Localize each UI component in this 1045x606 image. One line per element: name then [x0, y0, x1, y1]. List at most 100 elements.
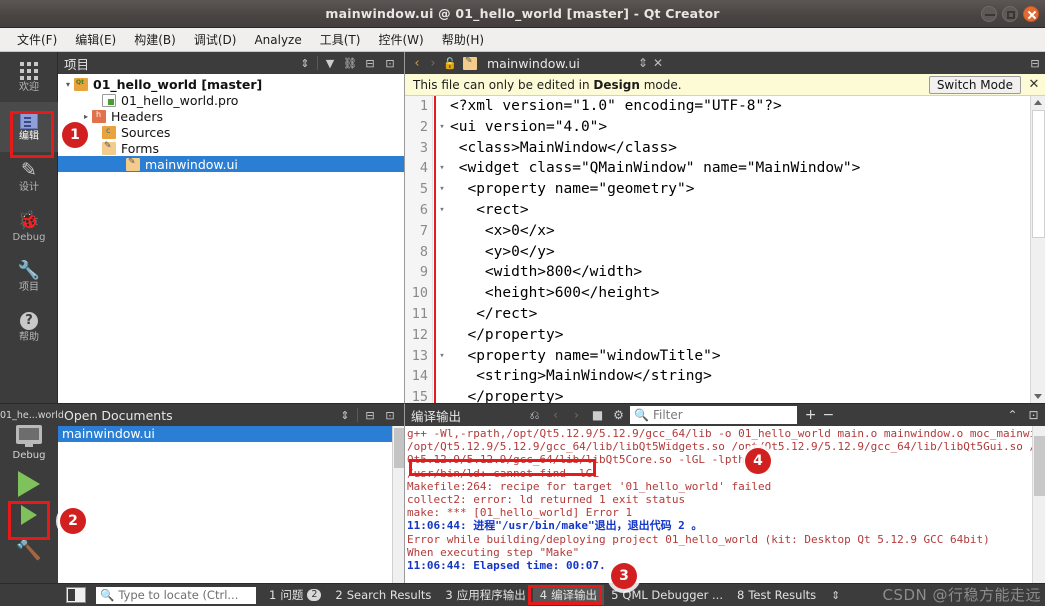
scrollbar-thumb[interactable] [1034, 436, 1045, 496]
document-dropdown-icon[interactable]: ⇕ [638, 56, 648, 70]
menu-help[interactable]: 帮助(H) [433, 29, 493, 50]
close-panel-icon[interactable]: ⊡ [380, 406, 400, 424]
code-lines[interactable]: <?xml version="1.0" encoding="UTF-8"?> <… [450, 96, 1029, 403]
start-debugging-button[interactable] [12, 505, 46, 535]
output-tab-test-results[interactable]: 8 Test Results [730, 586, 823, 604]
fold-marker[interactable] [436, 262, 448, 283]
gear-icon[interactable]: ⚙ [609, 406, 628, 424]
chevron-down-icon[interactable]: ▾ [62, 80, 74, 89]
tree-item-pro-file[interactable]: 01_hello_world.pro [58, 92, 404, 108]
list-item[interactable]: mainwindow.ui [58, 426, 404, 442]
sidebar-item-projects[interactable]: 🔧 项目 [0, 252, 58, 302]
output-tab-application-output[interactable]: 3 应用程序输出 [438, 585, 532, 605]
switch-mode-button[interactable]: Switch Mode [928, 75, 1021, 94]
notice-bold: Design [593, 77, 640, 92]
close-notice-icon[interactable]: ✕ [1025, 77, 1043, 92]
sidebar-item-edit[interactable]: 编辑 [0, 102, 58, 152]
go-forward-icon[interactable]: › [425, 56, 441, 71]
fold-marker[interactable] [436, 366, 448, 387]
minimize-panel-icon[interactable]: ⌃ [1003, 406, 1022, 424]
filter-icon[interactable]: ▼ [320, 54, 340, 72]
editor-scrollbar[interactable] [1030, 96, 1045, 403]
target-selector-icon[interactable] [16, 425, 42, 447]
tree-item-headers[interactable]: ▸ Headers [58, 108, 404, 124]
open-documents-scrollbar[interactable] [392, 426, 404, 583]
menu-debug[interactable]: 调试(D) [185, 29, 246, 50]
code-line: </property> [450, 389, 564, 403]
menu-analyze[interactable]: Analyze [245, 31, 310, 49]
cancel-build-icon[interactable]: ⎌ [525, 406, 544, 424]
split-icon[interactable]: ⊟ [360, 406, 380, 424]
fold-marker[interactable] [436, 221, 448, 242]
tree-item-sources[interactable]: Sources [58, 124, 404, 140]
tree-item-project[interactable]: ▾ 01_hello_world [master] [58, 76, 404, 92]
fold-marker[interactable]: ▾ [436, 179, 448, 200]
scroll-up-icon[interactable] [1034, 100, 1042, 105]
scroll-down-icon[interactable] [1034, 394, 1042, 399]
zoom-out-icon[interactable]: − [823, 407, 835, 423]
chevron-right-icon[interactable]: ▸ [80, 112, 92, 121]
minimize-icon[interactable] [981, 6, 997, 22]
run-control-bar: 01_he...world Debug 🔨 [0, 403, 64, 606]
next-issue-icon[interactable]: › [567, 406, 586, 424]
run-button[interactable] [12, 471, 46, 501]
fold-marker[interactable]: ▾ [436, 346, 448, 367]
toggle-sidebar-button[interactable] [66, 587, 86, 603]
filter-input[interactable]: 🔍 Filter [630, 406, 797, 424]
sidebar-item-label: 编辑 [19, 130, 39, 142]
output-tab-compile-output[interactable]: 4 编译输出 [532, 585, 605, 605]
fold-marker[interactable] [436, 325, 448, 346]
menu-file[interactable]: 文件(F) [8, 29, 66, 50]
zoom-in-icon[interactable]: + [805, 407, 817, 423]
output-line: When executing step "Make" [407, 545, 580, 559]
split-icon[interactable]: ⊟ [360, 54, 380, 72]
fold-marker[interactable] [436, 138, 448, 159]
fold-column[interactable]: ▾ ▾ ▾ ▾ ▾ [436, 96, 448, 403]
link-icon[interactable]: ⛓ [340, 54, 360, 72]
fold-marker[interactable]: ▾ [436, 158, 448, 179]
output-line: collect2: error: ld returned 1 exit stat… [407, 493, 686, 507]
compile-output-body[interactable]: g++ -Wl,-rpath,/opt/Qt5.12.9/5.12.9/gcc_… [405, 426, 1045, 583]
split-editor-icon[interactable]: ⊟ [1025, 54, 1045, 72]
fold-marker[interactable] [436, 304, 448, 325]
fold-marker[interactable]: ▾ [436, 200, 448, 221]
scrollbar-thumb[interactable] [394, 428, 404, 468]
scrollbar-thumb[interactable] [1032, 110, 1045, 238]
fold-marker[interactable] [436, 96, 448, 117]
maximize-panel-icon[interactable]: ⊡ [1024, 406, 1043, 424]
menu-widgets[interactable]: 控件(W) [369, 29, 432, 50]
close-icon[interactable] [1023, 6, 1039, 22]
fold-marker[interactable] [436, 283, 448, 304]
sidebar-item-help[interactable]: ? 帮助 [0, 302, 58, 352]
tree-item-forms[interactable]: Forms [58, 140, 404, 156]
output-line: 11:06:44: 进程"/usr/bin/make"退出，退出代码 2 。 [407, 519, 703, 533]
sidebar-item-welcome[interactable]: 欢迎 [0, 52, 58, 102]
menu-tools[interactable]: 工具(T) [311, 29, 370, 50]
output-tab-search-results[interactable]: 2 Search Results [328, 586, 438, 604]
fold-marker[interactable] [436, 242, 448, 263]
sort-icon[interactable]: ⇕ [335, 406, 355, 424]
menu-edit[interactable]: 编辑(E) [66, 29, 125, 50]
code-view[interactable]: 1 2 3 4 5 6 7 8 9 10 11 12 13 14 15 ▾ ▾ … [405, 96, 1045, 403]
close-panel-icon[interactable]: ⊡ [380, 54, 400, 72]
sidebar-item-debug[interactable]: 🐞 Debug [0, 202, 58, 252]
search-input[interactable]: 🔍 Type to locate (Ctrl... [96, 586, 256, 604]
lock-icon[interactable]: 🔓 [441, 57, 459, 70]
sort-icon[interactable]: ⇕ [295, 54, 315, 72]
editor-tab-mainwindow-ui[interactable]: mainwindow.ui [459, 56, 584, 71]
sidebar-item-design[interactable]: ✎ 设计 [0, 152, 58, 202]
fold-marker[interactable]: ▾ [436, 117, 448, 138]
maximize-icon[interactable] [1002, 6, 1018, 22]
tree-item-mainwindow-ui[interactable]: mainwindow.ui [58, 156, 404, 172]
prev-issue-icon[interactable]: ‹ [546, 406, 565, 424]
output-scrollbar[interactable] [1032, 426, 1045, 583]
output-tab-more-icon[interactable]: ⇕ [831, 589, 840, 602]
stop-icon[interactable]: ■ [588, 406, 607, 424]
output-tab-issues[interactable]: 1 问题 2 [262, 585, 328, 605]
build-button[interactable]: 🔨 [12, 537, 46, 567]
menu-build[interactable]: 构建(B) [125, 29, 185, 50]
go-back-icon[interactable]: ‹ [409, 56, 425, 71]
close-tab-icon[interactable]: ✕ [653, 56, 663, 70]
fold-marker[interactable] [436, 387, 448, 403]
kit-name-label: 01_he...world [0, 410, 64, 421]
